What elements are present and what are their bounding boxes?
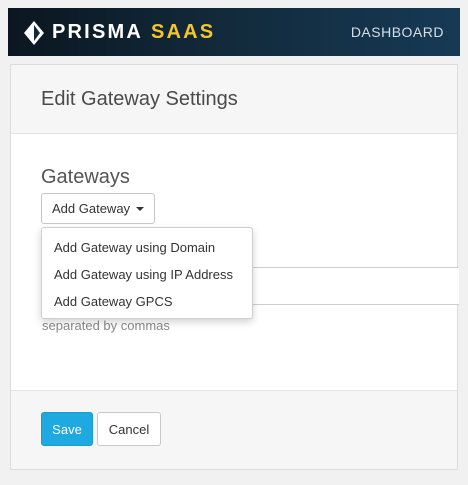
prisma-logo-icon[interactable] bbox=[24, 21, 44, 45]
top-navigation-bar: PRISMA SAAS DASHBOARD bbox=[8, 8, 460, 56]
brand-name[interactable]: PRISMA SAAS bbox=[52, 21, 215, 43]
menu-item-add-gateway-gpcs[interactable]: Add Gateway GPCS bbox=[42, 288, 252, 315]
panel-footer: Save Cancel bbox=[11, 390, 457, 469]
menu-item-add-gateway-ip[interactable]: Add Gateway using IP Address bbox=[42, 261, 252, 288]
add-gateway-dropdown-menu: Add Gateway using Domain Add Gateway usi… bbox=[41, 227, 253, 319]
cancel-button[interactable]: Cancel bbox=[97, 412, 161, 446]
caret-down-icon bbox=[136, 206, 145, 211]
menu-item-add-gateway-domain[interactable]: Add Gateway using Domain bbox=[42, 234, 252, 261]
add-gateway-label: Add Gateway bbox=[52, 201, 131, 216]
save-button[interactable]: Save bbox=[41, 412, 93, 446]
panel-header: Edit Gateway Settings bbox=[11, 65, 457, 134]
brand-secondary: SAAS bbox=[150, 21, 216, 43]
brand-primary: PRISMA bbox=[52, 21, 143, 43]
gateways-heading: Gateways bbox=[41, 166, 130, 188]
add-gateway-button[interactable]: Add Gateway bbox=[41, 193, 156, 224]
dashboard-link[interactable]: DASHBOARD bbox=[351, 23, 444, 41]
help-text: separated by commas bbox=[42, 318, 170, 333]
page-title: Edit Gateway Settings bbox=[41, 88, 238, 110]
